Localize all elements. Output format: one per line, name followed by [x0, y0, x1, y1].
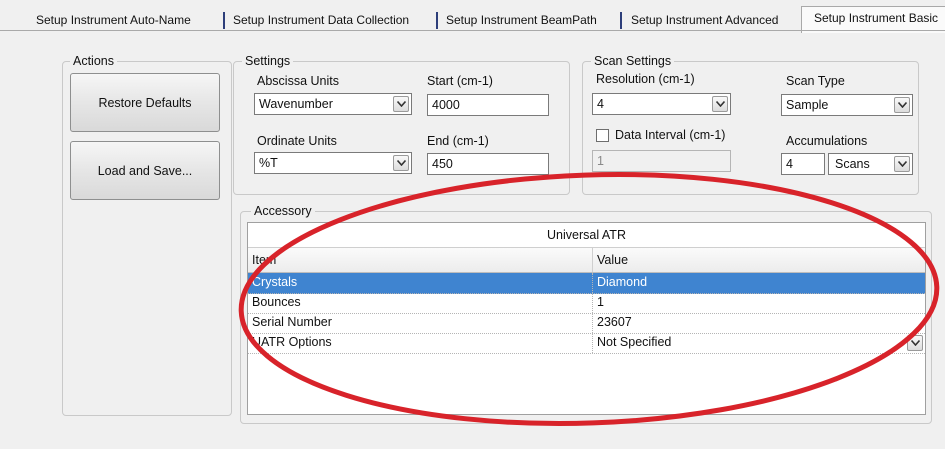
tab-separator: [620, 12, 622, 29]
resolution-label: Resolution (cm-1): [596, 72, 695, 86]
actions-group-title: Actions: [70, 54, 117, 68]
column-header-value[interactable]: Value: [592, 248, 922, 272]
accumulations-input[interactable]: 4: [781, 153, 825, 175]
tab-auto-name[interactable]: Setup Instrument Auto-Name: [32, 10, 191, 30]
scan-type-value: Sample: [786, 98, 829, 112]
chevron-down-icon[interactable]: [393, 96, 409, 112]
scan-type-select[interactable]: Sample: [781, 94, 913, 116]
abscissa-units-label: Abscissa Units: [257, 74, 339, 88]
row-item: Crystals: [252, 275, 298, 289]
restore-defaults-button[interactable]: Restore Defaults: [70, 73, 220, 132]
ordinate-units-label: Ordinate Units: [257, 134, 337, 148]
ordinate-units-select[interactable]: %T: [254, 152, 412, 174]
table-row[interactable]: UATR Options Not Specified: [248, 333, 925, 354]
load-and-save-button[interactable]: Load and Save...: [70, 141, 220, 200]
row-item: Bounces: [252, 295, 301, 309]
grid-header: Item Value: [248, 247, 925, 273]
accessory-group-title: Accessory: [251, 204, 315, 218]
start-label: Start (cm-1): [427, 74, 493, 88]
table-row[interactable]: Bounces 1: [248, 293, 925, 314]
column-header-item[interactable]: Item: [248, 248, 592, 272]
accessory-property-grid: Universal ATR Item Value Crystals Diamon…: [247, 222, 926, 415]
accumulations-unit-value: Scans: [835, 157, 870, 171]
settings-group-title: Settings: [242, 54, 294, 68]
resolution-value: 4: [597, 97, 604, 111]
row-value: 1: [592, 293, 922, 313]
ordinate-units-value: %T: [259, 156, 278, 170]
tab-advanced[interactable]: Setup Instrument Advanced: [627, 10, 778, 30]
row-value: Not Specified: [592, 333, 922, 353]
scan-settings-group-title: Scan Settings: [591, 54, 675, 68]
row-item: Serial Number: [252, 315, 332, 329]
row-value: 23607: [592, 313, 922, 333]
start-input[interactable]: 4000: [427, 94, 549, 116]
table-row[interactable]: Crystals Diamond: [248, 273, 925, 294]
tab-data-collection[interactable]: Setup Instrument Data Collection: [229, 10, 409, 30]
data-interval-label: Data Interval (cm-1): [615, 128, 726, 142]
abscissa-units-value: Wavenumber: [259, 97, 333, 111]
row-value: Diamond: [592, 273, 922, 293]
data-interval-input[interactable]: 1: [592, 150, 731, 172]
grid-caption: Universal ATR: [248, 223, 925, 247]
tab-strip: Setup Instrument Auto-Name Setup Instrum…: [0, 0, 945, 33]
tab-basic[interactable]: Setup Instrument Basic: [801, 6, 945, 33]
scan-type-label: Scan Type: [786, 74, 845, 88]
accumulations-unit-select[interactable]: Scans: [828, 153, 913, 175]
abscissa-units-select[interactable]: Wavenumber: [254, 93, 412, 115]
end-label: End (cm-1): [427, 134, 489, 148]
row-item: UATR Options: [252, 335, 332, 349]
resolution-select[interactable]: 4: [592, 93, 731, 115]
table-row[interactable]: Serial Number 23607: [248, 313, 925, 334]
chevron-down-icon[interactable]: [894, 156, 910, 172]
tab-baseline: [0, 30, 945, 31]
chevron-down-icon[interactable]: [393, 155, 409, 171]
end-input[interactable]: 450: [427, 153, 549, 175]
tab-separator: [223, 12, 225, 29]
tab-separator: [436, 12, 438, 29]
tab-beampath[interactable]: Setup Instrument BeamPath: [442, 10, 597, 30]
chevron-down-icon[interactable]: [712, 96, 728, 112]
chevron-down-icon[interactable]: [907, 335, 923, 351]
chevron-down-icon[interactable]: [894, 97, 910, 113]
data-interval-checkbox[interactable]: [596, 129, 609, 142]
accumulations-label: Accumulations: [786, 134, 868, 148]
